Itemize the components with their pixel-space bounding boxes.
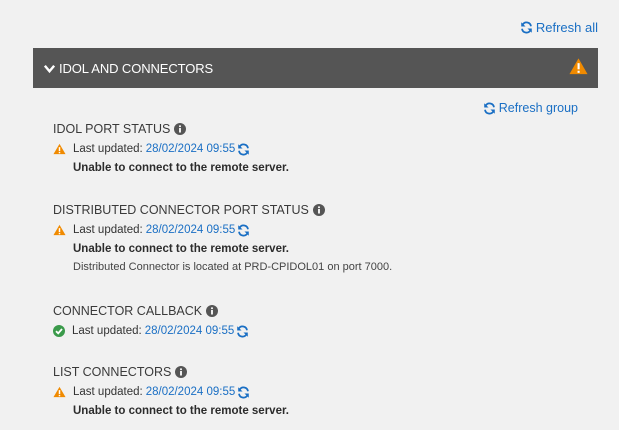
- warning-icon: [569, 58, 588, 75]
- refresh-icon: [521, 21, 532, 34]
- section-title: DISTRIBUTED CONNECTOR PORT STATUS: [53, 203, 309, 217]
- error-message: Unable to connect to the remote server.: [73, 405, 290, 417]
- error-message: Unable to connect to the remote server.: [73, 243, 290, 255]
- last-updated-timestamp[interactable]: 28/02/2024 09:55: [146, 224, 236, 236]
- last-updated-label: Last updated:: [73, 386, 143, 398]
- refresh-all-label: Refresh all: [535, 20, 598, 35]
- warning-icon: [53, 143, 66, 155]
- check-circle-icon: [53, 325, 65, 337]
- last-updated-label: Last updated:: [73, 224, 143, 236]
- status-section-distributed-connector-port: DISTRIBUTED CONNECTOR PORT STATUS Last u…: [53, 202, 392, 273]
- refresh-icon[interactable]: [237, 386, 250, 399]
- detail-message: Distributed Connector is located at PRD-…: [73, 261, 393, 273]
- warning-icon: [53, 386, 66, 398]
- section-title: IDOL PORT STATUS: [53, 122, 171, 136]
- refresh-group-button[interactable]: Refresh group: [483, 101, 578, 115]
- refresh-group-label: Refresh group: [498, 101, 578, 115]
- info-icon[interactable]: [174, 123, 187, 135]
- group-title: IDOL AND CONNECTORS: [59, 60, 214, 76]
- status-section-idol-port: IDOL PORT STATUS Last updated: 28/02/202…: [53, 121, 289, 174]
- chevron-down-icon: [43, 64, 56, 73]
- last-updated-label: Last updated:: [72, 325, 142, 337]
- refresh-icon[interactable]: [236, 325, 249, 338]
- section-title: CONNECTOR CALLBACK: [53, 304, 203, 318]
- status-section-connector-callback: CONNECTOR CALLBACK Last updated: 28/02/2…: [53, 303, 249, 339]
- info-icon[interactable]: [312, 204, 325, 216]
- section-title: LIST CONNECTORS: [53, 365, 172, 379]
- last-updated-timestamp[interactable]: 28/02/2024 09:55: [145, 325, 235, 337]
- warning-icon: [53, 224, 66, 236]
- refresh-icon[interactable]: [237, 224, 250, 237]
- refresh-all-button[interactable]: Refresh all: [520, 20, 598, 35]
- refresh-icon[interactable]: [237, 143, 250, 156]
- status-section-list-connectors: LIST CONNECTORS Last updated: 28/02/2024…: [53, 364, 289, 417]
- last-updated-timestamp[interactable]: 28/02/2024 09:55: [146, 386, 236, 398]
- info-icon[interactable]: [175, 366, 188, 378]
- refresh-icon: [483, 102, 495, 114]
- group-header-idol-and-connectors[interactable]: IDOL AND CONNECTORS: [33, 48, 598, 88]
- error-message: Unable to connect to the remote server.: [73, 162, 290, 174]
- info-icon[interactable]: [206, 305, 219, 317]
- last-updated-timestamp[interactable]: 28/02/2024 09:55: [146, 143, 236, 155]
- last-updated-label: Last updated:: [73, 143, 143, 155]
